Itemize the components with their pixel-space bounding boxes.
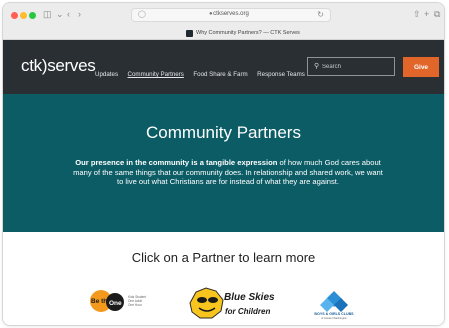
sun-icon <box>189 287 224 319</box>
svg-text:BOYS & GIRLS CLUBS: BOYS & GIRLS CLUBS <box>314 312 354 316</box>
svg-text:of Greater Washington: of Greater Washington <box>321 316 348 320</box>
logo-left: ctk <box>21 56 42 75</box>
be-the-one-logo: Be the One Kids Student One Adult One Ho… <box>90 290 146 312</box>
main-nav: Updates Community Partners Food Share & … <box>95 63 310 81</box>
share-icon[interactable]: ⇧ <box>413 8 421 20</box>
svg-text:One Hour: One Hour <box>128 303 143 307</box>
favicon-icon <box>186 30 193 37</box>
new-tab-icon[interactable]: + <box>424 8 429 20</box>
boys-girls-clubs-logo: BOYS & GIRLS CLUBS of Greater Washington <box>314 291 354 320</box>
give-button[interactable]: Give <box>403 57 439 77</box>
url-text: ctkserves.org <box>213 11 249 17</box>
svg-text:Blue Skies: Blue Skies <box>224 292 275 303</box>
partner-logo-be-the-one[interactable]: Be the One Kids Student One Adult One Ho… <box>88 288 158 314</box>
search-icon: ⚲ <box>314 63 320 70</box>
tab-active[interactable]: Why Community Partners? — CTK Serves <box>3 27 444 40</box>
hero-text: Our presence in the community is a tangi… <box>73 158 383 187</box>
zoom-window-button[interactable] <box>29 12 36 19</box>
nav-item-response-teams[interactable]: Response Teams <box>257 71 305 78</box>
back-icon[interactable]: ‹ <box>67 8 70 20</box>
blue-skies-logo: Blue Skies for Children <box>189 287 275 319</box>
partner-logo-boys-girls-clubs[interactable]: BOYS & GIRLS CLUBS of Greater Washington <box>311 290 357 320</box>
nav-item-food-share-farm[interactable]: Food Share & Farm <box>193 71 247 78</box>
partner-logo-blue-skies[interactable]: Blue Skies for Children <box>187 287 279 319</box>
svg-text:One: One <box>109 300 122 307</box>
search-box: ⚲ <box>307 57 395 76</box>
browser-window: ◫ ⌄ ‹ › ◯ ● ctkserves.org ↻ ⇧ + ⧉ Why Co… <box>3 3 444 325</box>
page-title: Community Partners <box>146 123 301 142</box>
reload-icon[interactable]: ↻ <box>317 10 324 19</box>
tab-overview-icon[interactable]: ⧉ <box>434 8 440 20</box>
chevron-down-icon[interactable]: ⌄ <box>56 8 64 20</box>
sidebar-toggle-icon[interactable]: ◫ <box>43 8 52 20</box>
minimize-window-button[interactable] <box>20 12 27 19</box>
tab-title: Why Community Partners? — CTK Serves <box>196 30 300 36</box>
nav-item-community-partners[interactable]: Community Partners <box>128 71 184 78</box>
site-logo[interactable]: ctk)serves <box>21 56 96 76</box>
svg-text:for Children: for Children <box>225 307 270 316</box>
hero-text-bold: Our presence in the community is a tangi… <box>75 158 278 167</box>
browser-chrome: ◫ ⌄ ‹ › ◯ ● ctkserves.org ↻ ⇧ + ⧉ Why Co… <box>3 3 444 40</box>
nav-item-updates[interactable]: Updates <box>95 71 118 78</box>
close-window-button[interactable] <box>11 12 18 19</box>
partners-section: Click on a Partner to learn more Be the … <box>3 232 444 325</box>
address-bar[interactable]: ◯ ● ctkserves.org ↻ <box>131 8 331 22</box>
search-input[interactable] <box>322 59 392 74</box>
partners-heading: Click on a Partner to learn more <box>131 250 316 265</box>
site-header: ctk)serves Updates Community Partners Fo… <box>3 40 444 94</box>
forward-icon[interactable]: › <box>78 8 81 20</box>
hero-section: Community Partners Our presence in the c… <box>3 94 444 232</box>
logo-right: serves <box>47 56 96 75</box>
